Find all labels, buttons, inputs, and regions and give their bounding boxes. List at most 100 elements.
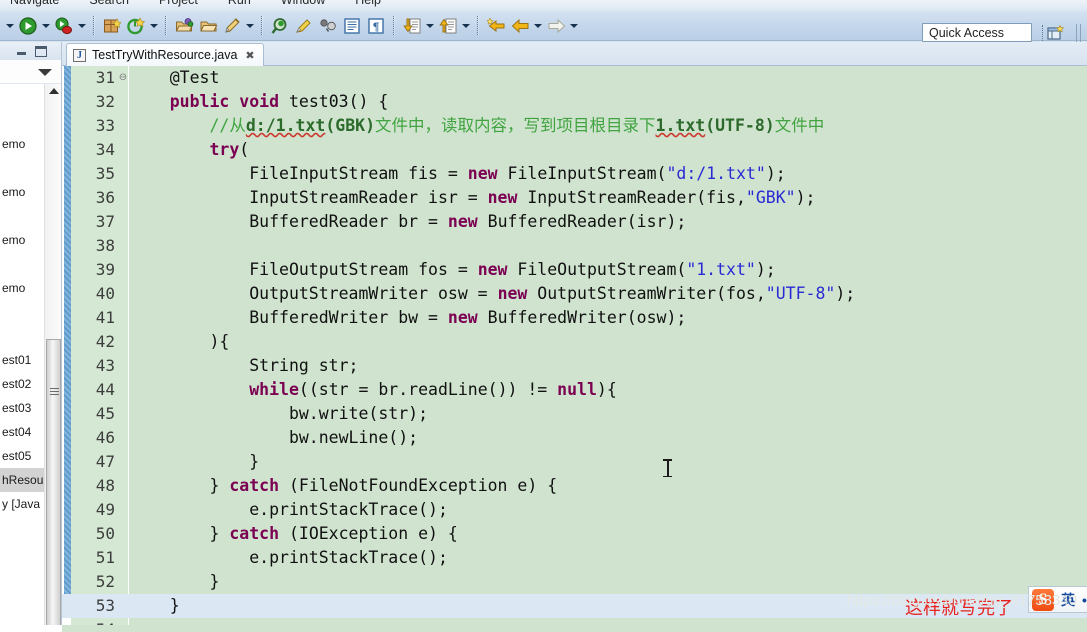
next-annotation-arrow[interactable] bbox=[424, 15, 436, 37]
code-token: null bbox=[557, 380, 597, 399]
open-type-icon[interactable] bbox=[173, 15, 195, 37]
arrow-left-star-icon[interactable] bbox=[485, 15, 507, 37]
debug-button[interactable] bbox=[53, 15, 75, 37]
code-line[interactable]: 33 //从d:/1.txt(GBK)文件中，读取内容，写到项目根目录下1.tx… bbox=[62, 114, 1087, 138]
menu-item-help[interactable]: Help bbox=[353, 0, 383, 7]
code-token: FileOutputStream fos = bbox=[130, 260, 478, 279]
link-icon[interactable] bbox=[317, 15, 339, 37]
pencil-dropdown-arrow[interactable] bbox=[244, 15, 256, 37]
code-line[interactable]: 37 BufferedReader br = new BufferedReade… bbox=[62, 210, 1087, 234]
list-item[interactable]: est05 bbox=[0, 444, 44, 468]
code-line[interactable]: 49 e.printStackTrace(); bbox=[62, 498, 1087, 522]
code-token: InputStreamReader(fis, bbox=[517, 188, 746, 207]
menu-item-window[interactable]: Window bbox=[279, 0, 327, 7]
code-line[interactable]: 34 try( bbox=[62, 138, 1087, 162]
run-dropdown-arrow[interactable] bbox=[4, 15, 16, 37]
code-token: "GBK" bbox=[745, 188, 796, 207]
code-line[interactable]: 45 bw.write(str); bbox=[62, 402, 1087, 426]
code-token: (IOException e) { bbox=[279, 524, 458, 543]
package-explorer-scrollbar[interactable] bbox=[44, 84, 61, 632]
code-token: BufferedWriter(osw); bbox=[477, 308, 687, 327]
code-line[interactable]: 42 ){ bbox=[62, 330, 1087, 354]
list-item[interactable]: emo bbox=[0, 228, 44, 252]
run-button[interactable] bbox=[17, 15, 39, 37]
scroll-up-arrow-icon[interactable] bbox=[49, 88, 59, 94]
pencil-icon[interactable] bbox=[221, 15, 243, 37]
code-line[interactable]: 41 BufferedWriter bw = new BufferedWrite… bbox=[62, 306, 1087, 330]
code-token: void bbox=[239, 92, 280, 111]
code-line[interactable]: 39 FileOutputStream fos = new FileOutput… bbox=[62, 258, 1087, 282]
package-explorer-tree[interactable]: emo emo emo emo est01 est02 est03 est04 … bbox=[0, 84, 44, 632]
code-line[interactable]: 43 String str; bbox=[62, 354, 1087, 378]
code-line[interactable]: 35 FileInputStream fis = new FileInputSt… bbox=[62, 162, 1087, 186]
code-token: FileOutputStream( bbox=[507, 260, 687, 279]
arrow-down-yellow-icon[interactable] bbox=[401, 15, 423, 37]
scrollbar-thumb[interactable] bbox=[46, 339, 61, 632]
code-line[interactable]: 51 e.printStackTrace(); bbox=[62, 546, 1087, 570]
arrow-right-yellow-icon[interactable] bbox=[545, 15, 567, 37]
code-line-text: ){ bbox=[130, 330, 229, 354]
code-line[interactable]: 50 } catch (IOException e) { bbox=[62, 522, 1087, 546]
code-line[interactable]: 38 bbox=[62, 234, 1087, 258]
highlighter-icon[interactable] bbox=[293, 15, 315, 37]
menu-item-project[interactable]: Project bbox=[157, 0, 200, 7]
previous-annotation-arrow[interactable] bbox=[460, 15, 472, 37]
line-number: 36 bbox=[95, 188, 115, 207]
list-item[interactable]: est01 bbox=[0, 348, 44, 372]
list-item[interactable]: emo bbox=[0, 276, 44, 300]
maximize-icon[interactable] bbox=[35, 46, 47, 57]
code-line[interactable]: 36 InputStreamReader isr = new InputStre… bbox=[62, 186, 1087, 210]
menu-item-search[interactable]: Search bbox=[87, 0, 131, 7]
code-token: "UTF-8" bbox=[765, 284, 836, 303]
forward-arrow[interactable] bbox=[568, 15, 580, 37]
code-token: new bbox=[477, 260, 508, 279]
ime-punctuation-mode[interactable]: •， bbox=[1082, 590, 1087, 610]
open-folder-icon[interactable] bbox=[197, 15, 219, 37]
open-perspective-icon[interactable] bbox=[1045, 23, 1067, 43]
arrow-up-yellow-icon[interactable] bbox=[437, 15, 459, 37]
fold-toggle-icon[interactable]: ⊖ bbox=[118, 66, 128, 90]
list-item[interactable]: emo bbox=[0, 132, 44, 156]
list-item[interactable]: est03 bbox=[0, 396, 44, 420]
back-arrow[interactable] bbox=[532, 15, 544, 37]
main-toolbar: ¶ Quick Access bbox=[0, 11, 1087, 43]
code-token: BufferedReader(isr); bbox=[477, 212, 687, 231]
editor-tab-testtrywithresource[interactable]: J TestTryWithResource.java ✖ bbox=[66, 43, 264, 66]
list-item[interactable]: est04 bbox=[0, 420, 44, 444]
code-line[interactable]: 46 bw.newLine(); bbox=[62, 426, 1087, 450]
paragraph-mark-icon[interactable]: ¶ bbox=[365, 15, 387, 37]
menu-item-run[interactable]: Run bbox=[226, 0, 253, 7]
line-number: 53 bbox=[95, 596, 115, 615]
code-token: catch bbox=[229, 524, 280, 543]
new-package-icon[interactable] bbox=[101, 15, 123, 37]
close-x-icon[interactable]: ✖ bbox=[245, 49, 254, 62]
code-line[interactable]: 47 } bbox=[62, 450, 1087, 474]
code-line[interactable]: 52 } bbox=[62, 570, 1087, 594]
list-item[interactable]: emo bbox=[0, 180, 44, 204]
arrow-left-yellow-icon[interactable] bbox=[509, 15, 531, 37]
quick-access-input[interactable]: Quick Access bbox=[922, 23, 1032, 42]
external-tools-icon[interactable] bbox=[125, 15, 147, 37]
outline-list-icon[interactable] bbox=[341, 15, 363, 37]
code-line[interactable]: 44 while((str = br.readLine()) != null){ bbox=[62, 378, 1087, 402]
list-item[interactable]: est02 bbox=[0, 372, 44, 396]
search-magnifier-icon[interactable] bbox=[269, 15, 291, 37]
run-history-arrow[interactable] bbox=[40, 15, 52, 37]
code-token: (GBK) bbox=[325, 116, 376, 135]
code-line[interactable]: 40 OutputStreamWriter osw = new OutputSt… bbox=[62, 282, 1087, 306]
external-tools-arrow[interactable] bbox=[148, 15, 160, 37]
minimize-icon[interactable] bbox=[16, 48, 27, 56]
menu-item-navigate[interactable]: Navigate bbox=[8, 0, 61, 7]
code-line[interactable]: 31 ⊖ @Test bbox=[62, 66, 1087, 90]
list-item[interactable]: y [Java bbox=[0, 492, 44, 516]
debug-history-arrow[interactable] bbox=[76, 15, 88, 37]
code-line[interactable]: 32 public void test03() { bbox=[62, 90, 1087, 114]
code-line-text: } catch (FileNotFoundException e) { bbox=[130, 474, 557, 498]
list-item-selected[interactable]: hResou bbox=[0, 468, 44, 492]
code-editor[interactable]: 31 ⊖ @Test 32 public void test03() {33 //从… bbox=[62, 66, 1087, 632]
code-line-text: BufferedReader br = new BufferedReader(i… bbox=[130, 210, 686, 234]
code-line[interactable]: 48 } catch (FileNotFoundException e) { bbox=[62, 474, 1087, 498]
view-menu-triangle-icon[interactable] bbox=[38, 69, 52, 76]
